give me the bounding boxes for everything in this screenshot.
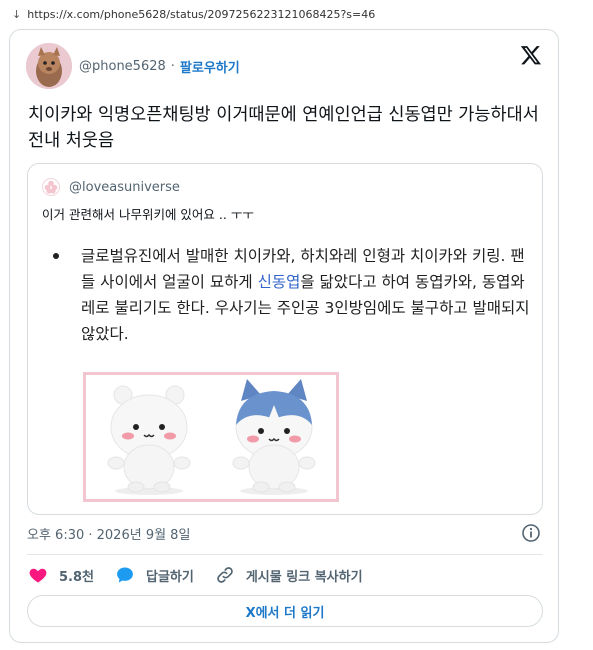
quoted-tweet[interactable]: @loveasuniverse 이거 관련해서 나무위키에 있어요 .. ㅜㅜ …: [27, 163, 543, 515]
quoted-author-avatar[interactable]: [42, 178, 60, 196]
follow-button[interactable]: 팔로우하기: [180, 57, 240, 76]
copy-link-label: 게시물 링크 복사하기: [245, 569, 363, 585]
reply-button[interactable]: 답글하기: [115, 565, 194, 585]
link-icon: [217, 567, 233, 583]
quoted-author-handle[interactable]: @loveasuniverse: [69, 180, 180, 195]
heart-icon: [29, 568, 47, 583]
tweet-card: @phone5628 · 팔로우하기 치이카와 익명오픈채팅방 이거때문에 연예…: [9, 29, 559, 643]
author-handle[interactable]: @phone5628: [79, 59, 166, 74]
tweet-text: 치이카와 익명오픈채팅방 이거때문에 연예인언급 신동엽만 가능하대서 전내 처…: [28, 105, 539, 151]
reply-label: 답글하기: [146, 569, 194, 585]
author-avatar[interactable]: [26, 43, 72, 89]
bullet-dot: [53, 253, 59, 259]
download-arrow-icon: ↓: [12, 7, 22, 21]
separator-dot: ·: [170, 58, 175, 74]
tweet-header: @phone5628 · 팔로우하기: [26, 43, 240, 89]
info-icon[interactable]: [521, 523, 541, 543]
quoted-text: 이거 관련해서 나무위키에 있어요 .. ㅜㅜ: [42, 207, 254, 222]
like-count: 5.8천: [59, 569, 94, 585]
copy-link-button[interactable]: 게시물 링크 복사하기: [215, 565, 363, 585]
tweet-timestamp[interactable]: 오후 6:30 · 2026년 9월 8일: [27, 524, 190, 543]
read-more-button[interactable]: X에서 더 읽기: [27, 595, 543, 627]
hachiware-plush-image: [211, 375, 336, 499]
like-button[interactable]: 5.8천: [28, 565, 94, 585]
quoted-image[interactable]: [83, 372, 339, 502]
chiikawa-plush-image: [86, 375, 211, 499]
bullet-link[interactable]: 신동엽: [258, 273, 301, 291]
quoted-bullet-item: 글로벌유진에서 발매한 치이카와, 하치와레 인형과 치이카와 키링. 팬들 사…: [53, 243, 533, 347]
action-bar: 5.8천 답글하기 게시물 링크 복사하기: [28, 564, 384, 586]
divider: [27, 554, 543, 555]
url-text[interactable]: https://x.com/phone5628/status/209725622…: [27, 8, 375, 21]
speech-bubble-icon: [117, 567, 133, 583]
browser-url-bar[interactable]: ↓ https://x.com/phone5628/status/2097256…: [0, 0, 593, 28]
x-logo-icon[interactable]: [520, 44, 542, 66]
